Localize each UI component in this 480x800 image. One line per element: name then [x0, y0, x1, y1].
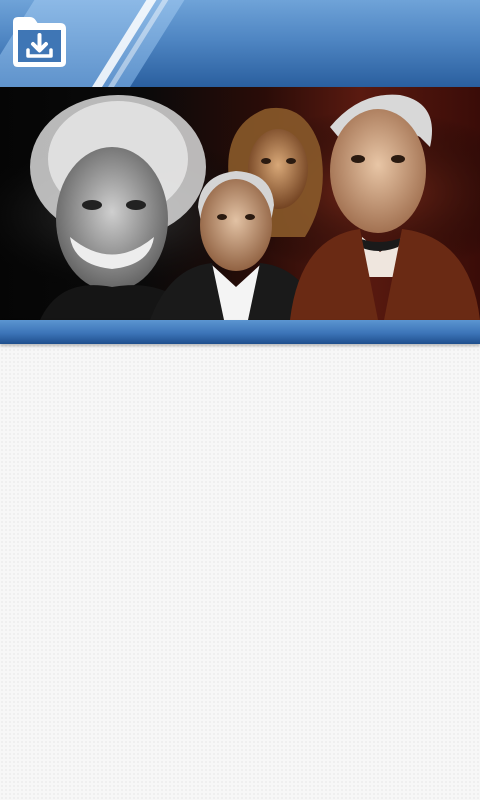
- header-bar: [0, 0, 480, 87]
- download-button[interactable]: [10, 16, 68, 68]
- app-screen: [0, 0, 480, 800]
- folder-download-icon: [13, 17, 66, 67]
- scientists-banner-image: [0, 87, 480, 320]
- banner-divider-bar: [0, 320, 480, 344]
